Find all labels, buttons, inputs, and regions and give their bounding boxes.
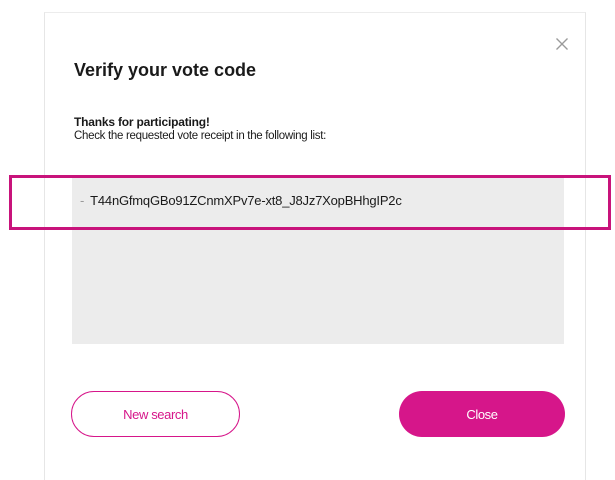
new-search-button[interactable]: New search bbox=[71, 391, 240, 437]
list-bullet: - bbox=[80, 193, 85, 208]
close-button[interactable]: Close bbox=[399, 391, 565, 437]
thanks-message: Thanks for participating! bbox=[74, 115, 210, 129]
list-item: - T44nGfmqGBo91ZCnmXPv7e-xt8_J8Jz7XopBHhg… bbox=[80, 193, 402, 208]
close-icon[interactable] bbox=[555, 37, 569, 51]
instructions-text: Check the requested vote receipt in the … bbox=[74, 130, 326, 142]
receipt-code: T44nGfmqGBo91ZCnmXPv7e-xt8_J8Jz7XopBHhgI… bbox=[90, 193, 402, 208]
dialog-title: Verify your vote code bbox=[74, 60, 257, 80]
